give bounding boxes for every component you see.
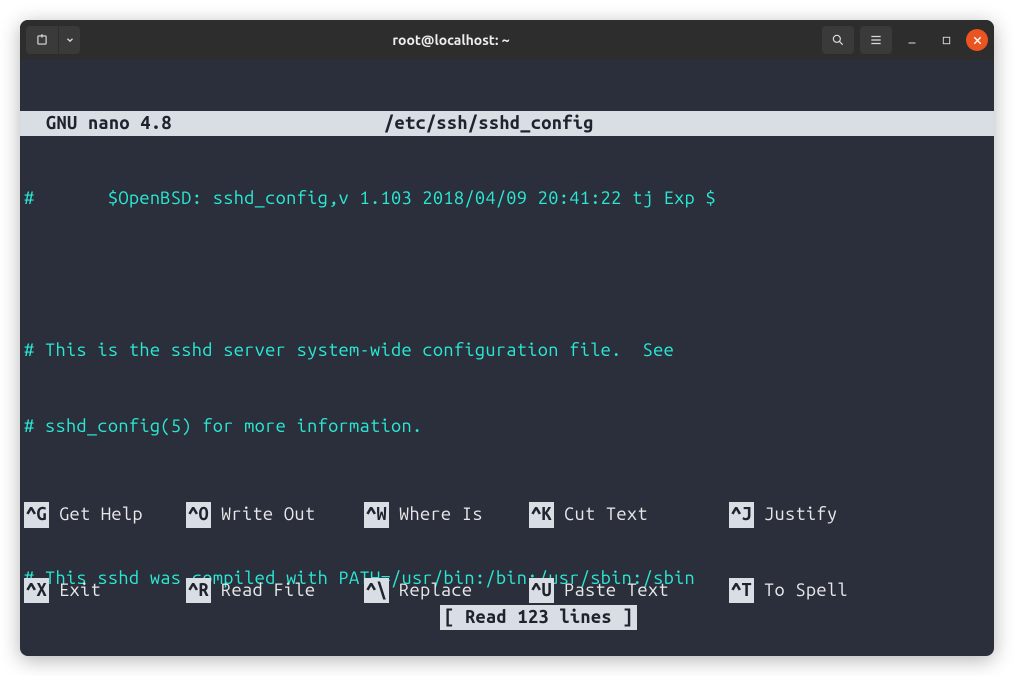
shortcut-key: ^O bbox=[186, 502, 211, 527]
shortcut-label: Cut Text bbox=[564, 502, 648, 527]
nano-file-path: /etc/ssh/sshd_config bbox=[384, 111, 990, 136]
shortcut-label: Replace bbox=[399, 578, 472, 603]
shortcut-write-out: ^O Write Out bbox=[186, 502, 364, 527]
shortcut-paste-text: ^U Paste Text bbox=[529, 578, 729, 603]
tab-dropdown-button[interactable] bbox=[58, 26, 80, 54]
shortcut-key: ^R bbox=[186, 578, 211, 603]
shortcut-label: Paste Text bbox=[564, 578, 669, 603]
shortcut-label: To Spell bbox=[764, 578, 848, 603]
close-button[interactable] bbox=[966, 29, 988, 51]
shortcut-exit: ^X Exit bbox=[24, 578, 186, 603]
shortcut-key: ^T bbox=[729, 578, 754, 603]
nano-shortcut-bar: ^G Get Help ^O Write Out ^W Where Is ^K Cut … bbox=[20, 452, 994, 656]
shortcut-to-spell: ^T To Spell bbox=[729, 578, 899, 603]
shortcut-label: Where Is bbox=[399, 502, 483, 527]
shortcut-key: ^X bbox=[24, 578, 49, 603]
shortcut-key: ^W bbox=[364, 502, 389, 527]
shortcut-get-help: ^G Get Help bbox=[24, 502, 186, 527]
shortcut-key: ^\ bbox=[364, 578, 389, 603]
shortcut-label: Justify bbox=[764, 502, 837, 527]
shortcut-label: Exit bbox=[59, 578, 101, 603]
editor-line bbox=[20, 262, 994, 287]
shortcut-cut-text: ^K Cut Text bbox=[529, 502, 729, 527]
shortcut-key: ^U bbox=[529, 578, 554, 603]
nano-app-name: GNU nano 4.8 bbox=[24, 111, 384, 136]
shortcut-key: ^K bbox=[529, 502, 554, 527]
shortcut-label: Read File bbox=[221, 578, 315, 603]
shortcut-label: Get Help bbox=[59, 502, 143, 527]
terminal-window: root@localhost: ~ GNU nano 4.8 /etc/ssh/… bbox=[20, 20, 994, 656]
shortcut-justify: ^J Justify bbox=[729, 502, 899, 527]
shortcut-key: ^J bbox=[729, 502, 754, 527]
terminal-content[interactable]: GNU nano 4.8 /etc/ssh/sshd_config # $Ope… bbox=[20, 60, 994, 656]
editor-line: # $OpenBSD: sshd_config,v 1.103 2018/04/… bbox=[20, 186, 994, 211]
shortcut-read-file: ^R Read File bbox=[186, 578, 364, 603]
window-titlebar: root@localhost: ~ bbox=[20, 20, 994, 60]
new-tab-button[interactable] bbox=[26, 26, 58, 54]
shortcut-replace: ^\ Replace bbox=[364, 578, 529, 603]
editor-line: # sshd_config(5) for more information. bbox=[20, 414, 994, 439]
maximize-button[interactable] bbox=[932, 26, 960, 54]
shortcut-key: ^G bbox=[24, 502, 49, 527]
minimize-button[interactable] bbox=[898, 26, 926, 54]
window-title: root@localhost: ~ bbox=[84, 32, 818, 48]
editor-line: # This is the sshd server system-wide co… bbox=[20, 338, 994, 363]
nano-title-bar: GNU nano 4.8 /etc/ssh/sshd_config bbox=[20, 111, 994, 136]
menu-button[interactable] bbox=[860, 26, 892, 54]
shortcut-where-is: ^W Where Is bbox=[364, 502, 529, 527]
shortcut-label: Write Out bbox=[221, 502, 315, 527]
search-button[interactable] bbox=[822, 26, 854, 54]
